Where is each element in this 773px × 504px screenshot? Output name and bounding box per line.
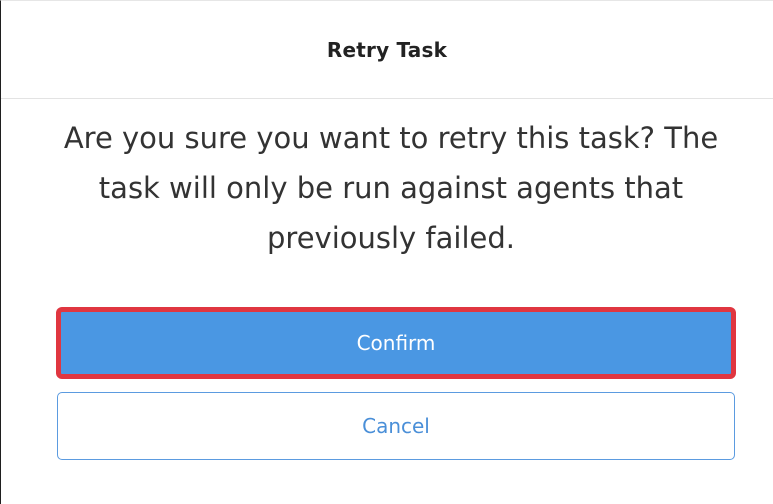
dialog-header: Retry Task bbox=[1, 1, 773, 99]
dialog-title: Retry Task bbox=[326, 37, 448, 62]
retry-task-dialog: Retry Task Are you sure you want to retr… bbox=[0, 0, 773, 504]
confirm-button[interactable]: Confirm bbox=[57, 308, 735, 378]
confirm-button-label: Confirm bbox=[356, 331, 436, 355]
dialog-message: Are you sure you want to retry this task… bbox=[63, 121, 719, 255]
cancel-button[interactable]: Cancel bbox=[57, 392, 735, 460]
cancel-button-label: Cancel bbox=[362, 414, 430, 438]
